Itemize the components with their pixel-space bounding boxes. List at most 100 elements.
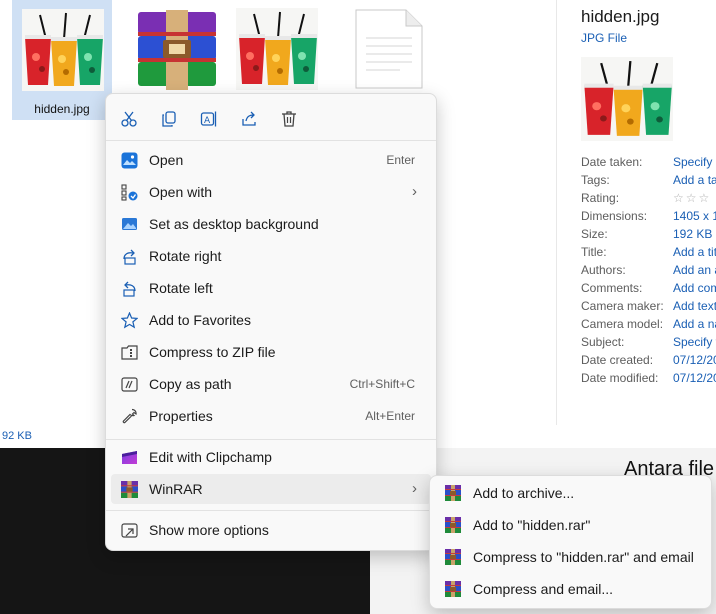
details-preview-image (581, 57, 673, 141)
winrar-icon (445, 549, 461, 565)
menu-item-set-desktop-background[interactable]: Set as desktop background (111, 209, 431, 239)
winrar-icon (445, 581, 461, 597)
submenu-item-label: Add to archive... (473, 485, 575, 501)
rotate-left-icon (123, 281, 136, 297)
property-value[interactable]: 07/12/20 (673, 371, 716, 385)
menu-separator (106, 140, 436, 141)
submenu-item-label: Compress and email... (473, 581, 614, 597)
menu-item-shortcut: Ctrl+Shift+C (349, 377, 415, 391)
submenu-item-compress-and-email-hidden-rar[interactable]: Compress to "hidden.rar" and email (435, 542, 706, 572)
rename-button[interactable]: A (194, 106, 224, 132)
menu-item-copy-as-path[interactable]: Copy as path Ctrl+Shift+C (111, 369, 431, 399)
property-value[interactable]: 192 KB (673, 227, 712, 241)
winrar-icon (445, 485, 461, 501)
submenu-item-add-to-hidden-rar[interactable]: Add to "hidden.rar" (435, 510, 706, 540)
property-value[interactable]: Add com (673, 281, 716, 295)
property-label: Size: (581, 227, 608, 241)
menu-item-open-with[interactable]: Open with › (111, 177, 431, 207)
property-value[interactable]: Add text (673, 299, 716, 313)
property-row: Rating: ☆☆☆ (581, 191, 716, 209)
property-value[interactable]: Specify t (673, 335, 716, 349)
copy-icon (162, 111, 176, 127)
menu-item-rotate-right[interactable]: Rotate right (111, 241, 431, 271)
copy-button[interactable] (154, 106, 184, 132)
property-label: Date taken: (581, 155, 643, 169)
property-row: Comments: Add com (581, 281, 716, 299)
menu-item-label: Set as desktop background (149, 216, 319, 232)
property-label: Authors: (581, 263, 626, 277)
chevron-right-icon: › (412, 480, 417, 497)
property-value[interactable]: Add an a (673, 263, 716, 277)
submenu-item-compress-and-email[interactable]: Compress and email... (435, 574, 706, 604)
property-row: Authors: Add an a (581, 263, 716, 281)
property-value[interactable]: 07/12/20 (673, 353, 716, 367)
property-row: Date created: 07/12/20 (581, 353, 716, 371)
delete-icon (282, 111, 296, 127)
property-row: Date taken: Specify d (581, 155, 716, 173)
property-value[interactable]: Specify d (673, 155, 716, 169)
menu-item-edit-with-clipchamp[interactable]: Edit with Clipchamp (111, 442, 431, 472)
menu-item-label: Compress to ZIP file (149, 344, 276, 360)
menu-item-label: WinRAR (149, 481, 203, 497)
submenu-item-add-to-archive[interactable]: Add to archive... (435, 478, 706, 508)
property-value[interactable]: Add a ta (673, 173, 716, 187)
property-row: Tags: Add a ta (581, 173, 716, 191)
winrar-icon (121, 481, 138, 498)
property-row: Size: 192 KB (581, 227, 716, 245)
open-photos-icon (121, 152, 138, 169)
details-file-type: JPG File (581, 31, 628, 45)
cut-button[interactable] (114, 106, 144, 132)
menu-item-label: Rotate right (149, 248, 222, 264)
property-label: Date modified: (581, 371, 659, 385)
rotate-right-icon (123, 249, 136, 265)
property-value[interactable]: Add a tit (673, 245, 716, 259)
menu-separator (106, 439, 436, 440)
copy-path-icon (121, 377, 138, 392)
menu-item-label: Add to Favorites (149, 312, 251, 328)
property-label: Subject: (581, 335, 625, 349)
open-with-icon (121, 184, 138, 201)
property-row: Dimensions: 1405 x 1 (581, 209, 716, 227)
file-name: hidden.jpg (34, 102, 90, 116)
star-icon (121, 312, 138, 329)
property-label: Date created: (581, 353, 654, 367)
menu-item-shortcut: Alt+Enter (365, 409, 415, 423)
property-value[interactable]: 1405 x 1 (673, 209, 716, 223)
menu-item-label: Copy as path (149, 376, 232, 392)
rename-icon: A (200, 111, 217, 127)
share-button[interactable] (234, 106, 264, 132)
document-icon (355, 9, 423, 89)
menu-item-compress-to-zip[interactable]: Compress to ZIP file (111, 337, 431, 367)
rating-stars[interactable]: ☆☆☆ (673, 191, 711, 205)
property-label: Comments: (581, 281, 643, 295)
winrar-icon (445, 517, 461, 533)
menu-item-properties[interactable]: Properties Alt+Enter (111, 401, 431, 431)
property-row: Camera model: Add a na (581, 317, 716, 335)
menu-item-open[interactable]: Open Enter (111, 145, 431, 175)
menu-item-shortcut: Enter (386, 153, 415, 167)
image-thumbnail (236, 8, 318, 90)
menu-item-rotate-left[interactable]: Rotate left (111, 273, 431, 303)
property-label: Tags: (581, 173, 610, 187)
menu-item-label: Edit with Clipchamp (149, 449, 272, 465)
file-tile-hidden-jpg[interactable]: hidden.jpg (12, 0, 112, 120)
menu-item-show-more-options[interactable]: Show more options (111, 515, 431, 545)
clipchamp-icon (122, 451, 137, 464)
chevron-right-icon: › (412, 183, 417, 200)
svg-text:A: A (204, 116, 211, 126)
image-thumbnail (22, 9, 104, 91)
property-value[interactable]: Add a na (673, 317, 716, 331)
menu-item-add-to-favorites[interactable]: Add to Favorites (111, 305, 431, 335)
more-options-icon (121, 523, 138, 538)
details-title: hidden.jpg (581, 7, 660, 26)
menu-item-label: Open with (149, 184, 213, 200)
property-label: Camera model: (581, 317, 664, 331)
pane-divider (556, 0, 557, 425)
menu-item-label: Open (149, 152, 184, 168)
winrar-submenu: Add to archive... Add to "hidden.rar" Co… (429, 475, 712, 609)
property-row: Date modified: 07/12/20 (581, 371, 716, 389)
property-row: Subject: Specify t (581, 335, 716, 353)
delete-button[interactable] (274, 106, 304, 132)
property-label: Camera maker: (581, 299, 664, 313)
menu-item-winrar[interactable]: WinRAR › (111, 474, 431, 504)
